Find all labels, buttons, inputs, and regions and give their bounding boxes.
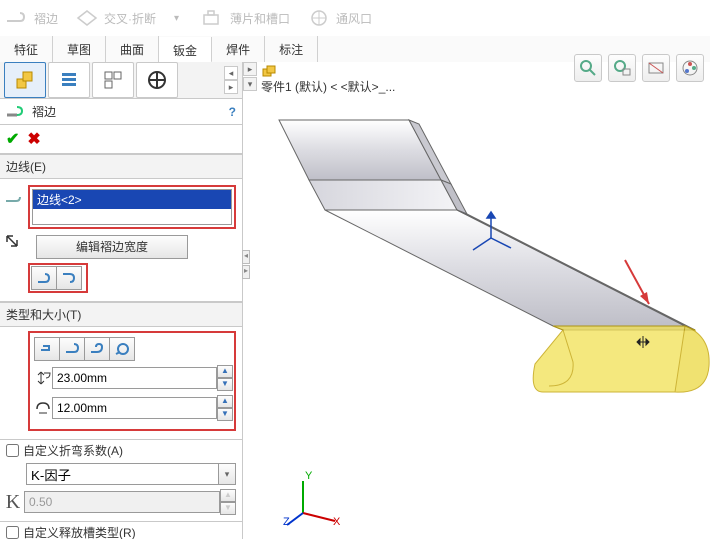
edges-selection-box[interactable]: 边线<2> (28, 185, 236, 229)
tab-surface[interactable]: 曲面 (106, 36, 159, 62)
length-icon (34, 369, 52, 387)
tab-weldment[interactable]: 焊件 (212, 36, 265, 62)
pm-tab-design[interactable] (48, 62, 90, 98)
ribbon-dropdown-icon: ▾ (174, 13, 184, 24)
k-down: ▼ (220, 502, 236, 515)
hem-feature-icon (6, 104, 26, 120)
custom-bend-allowance-label: 自定义折弯系数(A) (23, 442, 123, 459)
material-inside-button[interactable] (31, 266, 57, 290)
pm-tab-scroll-left[interactable]: ◂ (224, 66, 238, 80)
gap-up[interactable]: ▲ (217, 395, 233, 408)
tab-sketch[interactable]: 草图 (53, 36, 106, 62)
ribbon-vent: 通风口 (308, 9, 372, 27)
type-size-section-label: 类型和大小(T) (0, 302, 242, 327)
custom-relief-label: 自定义释放槽类型(R) (23, 524, 136, 539)
svg-text:Z: Z (283, 516, 290, 528)
ribbon-tab-slot: 薄片和槽口 (202, 9, 290, 27)
k-factor-input (24, 491, 220, 513)
k-factor-label: K (2, 491, 24, 514)
cancel-button[interactable]: ✖ (27, 129, 40, 149)
hem-type-rolled[interactable] (110, 337, 135, 361)
graphics-viewport[interactable]: ▸ ▾ 零件1 (默认) < <默认>_... (243, 62, 710, 539)
svg-text:Y: Y (305, 470, 313, 482)
pm-tab-dimension[interactable] (136, 62, 178, 98)
tab-sheetmetal[interactable]: 钣金 (159, 37, 212, 63)
gap-icon (34, 399, 52, 417)
pm-tab-config[interactable] (92, 62, 134, 98)
pm-tab-feature[interactable] (4, 62, 46, 98)
length-down[interactable]: ▼ (217, 378, 233, 391)
tab-features[interactable]: 特征 (0, 36, 53, 62)
gap-down[interactable]: ▼ (217, 408, 233, 421)
material-outside-button[interactable] (57, 266, 82, 290)
help-icon[interactable]: ? (229, 105, 236, 119)
property-manager-panel: ◂ ▸ 褶边 ? ✔ ✖ 边线(E) 边线<2> (0, 62, 243, 539)
hem-type-teardrop[interactable] (85, 337, 110, 361)
ribbon-hem: 褶边 (6, 9, 58, 27)
edge-selection-item[interactable]: 边线<2> (33, 190, 231, 209)
ribbon-hem-label: 褶边 (34, 10, 58, 27)
ribbon-cross-break-label: 交叉·折断 (104, 10, 156, 27)
svg-text:X: X (333, 516, 341, 528)
bend-method-combo[interactable] (26, 463, 219, 485)
ribbon-cross-break: 交叉·折断 (76, 9, 156, 27)
length-input[interactable] (52, 367, 217, 389)
tab-annotate[interactable]: 标注 (265, 36, 318, 62)
ok-button[interactable]: ✔ (6, 129, 19, 149)
length-up[interactable]: ▲ (217, 365, 233, 378)
hem-type-closed[interactable] (34, 337, 60, 361)
edges-section-label: 边线(E) (0, 154, 242, 179)
panel-splitter[interactable]: ◂▸ (242, 250, 248, 276)
k-up: ▲ (220, 489, 236, 502)
ribbon-vent-label: 通风口 (336, 10, 372, 27)
ribbon-tab-slot-label: 薄片和槽口 (230, 10, 290, 27)
feature-title: 褶边 (32, 103, 223, 120)
custom-relief-checkbox[interactable] (6, 526, 19, 539)
edge-select-icon (4, 189, 24, 205)
custom-bend-allowance-checkbox[interactable] (6, 444, 19, 457)
pm-tab-scroll-right[interactable]: ▸ (224, 80, 238, 94)
bend-method-dropdown-icon[interactable]: ▾ (219, 463, 236, 485)
hem-type-open[interactable] (60, 337, 85, 361)
view-triad: Y X Z (283, 469, 343, 529)
reverse-direction-icon[interactable] (4, 233, 22, 251)
gap-input[interactable] (52, 397, 217, 419)
edit-hem-width-button[interactable]: 编辑褶边宽度 (36, 235, 188, 259)
